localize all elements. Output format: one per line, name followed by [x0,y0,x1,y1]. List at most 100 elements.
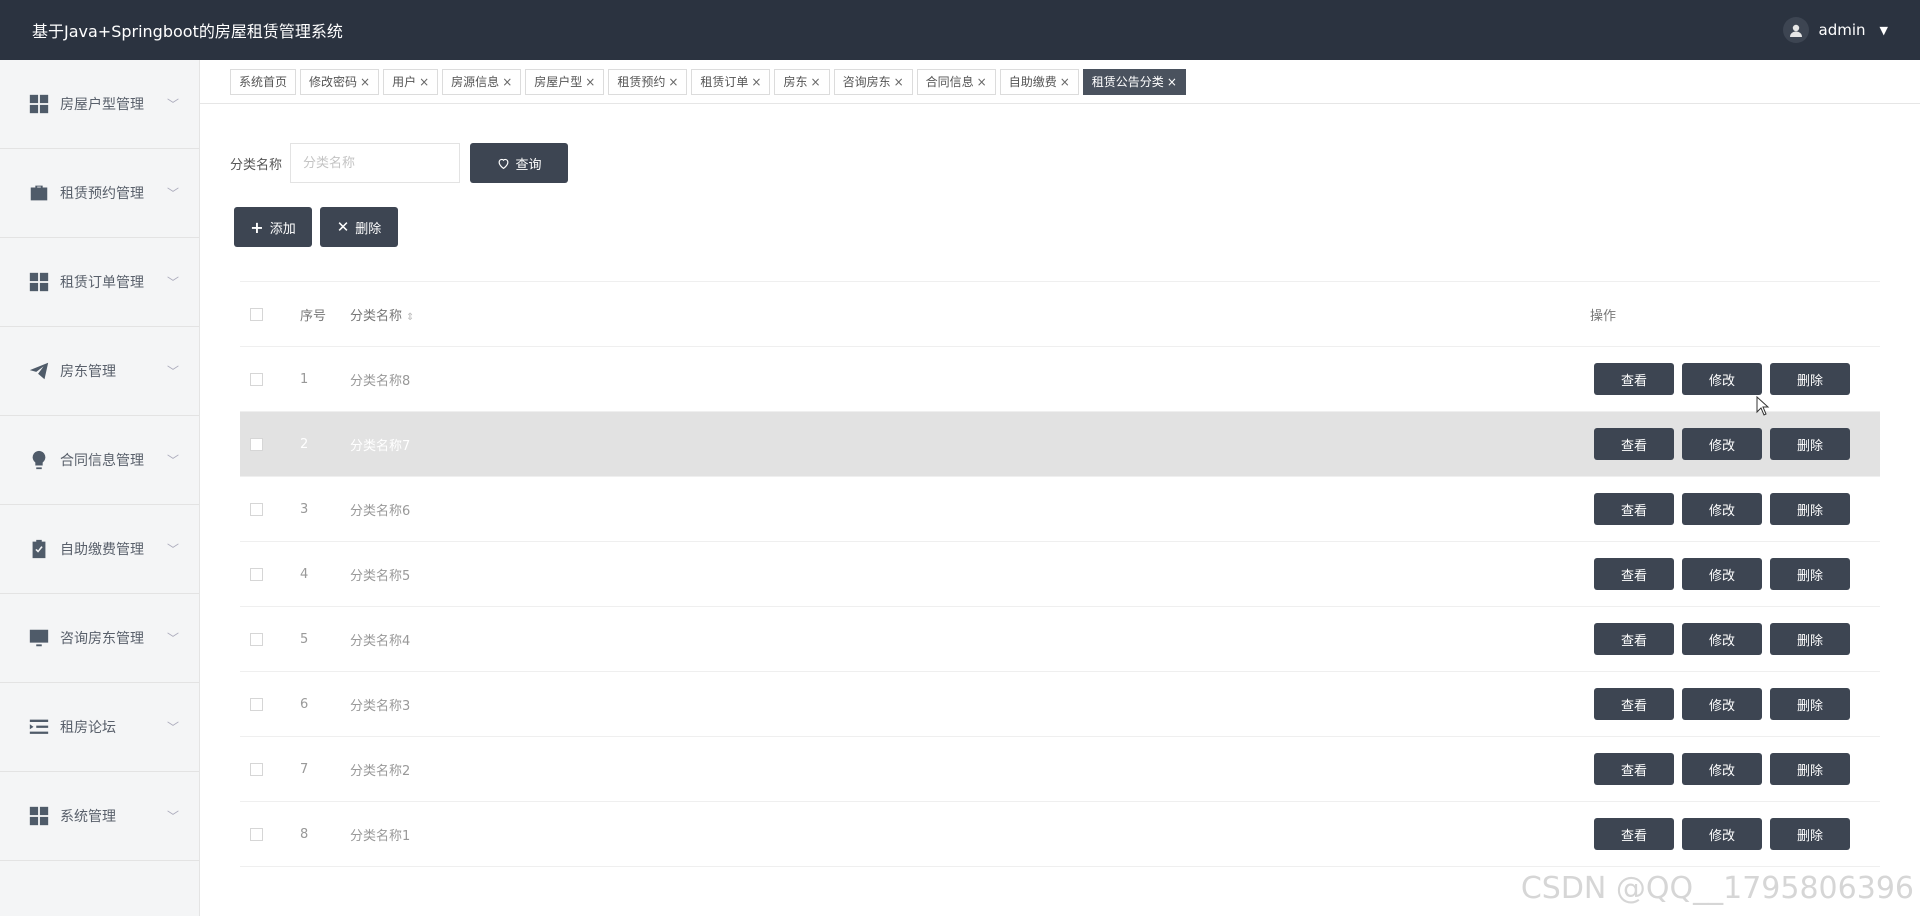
row-delete-button[interactable]: 删除 [1770,558,1850,590]
tab-6[interactable]: 租赁订单 × [691,68,771,95]
row-checkbox[interactable] [250,567,263,581]
table-row[interactable]: 7 分类名称2 查看 修改 删除 [240,737,1880,802]
sidebar-item-label: 房东管理 [60,364,116,380]
tab-7[interactable]: 房东 × [774,68,830,95]
table-row[interactable]: 6 分类名称3 查看 修改 删除 [240,672,1880,737]
close-icon[interactable]: × [1060,75,1070,89]
table-row[interactable]: 1 分类名称8 查看 修改 删除 [240,347,1880,412]
search-input[interactable] [290,143,461,183]
tab-4[interactable]: 房屋户型 × [525,68,605,95]
table-row[interactable]: 8 分类名称1 查看 修改 删除 [240,802,1880,867]
row-checkbox[interactable] [250,632,263,646]
add-button[interactable]: + 添加 [234,207,312,247]
close-icon[interactable]: × [811,75,821,89]
row-checkbox[interactable] [250,437,263,451]
edit-button[interactable]: 修改 [1682,428,1762,460]
username[interactable]: admin [1819,21,1866,39]
chevron-down-icon[interactable]: ﹀ [167,96,179,113]
edit-button[interactable]: 修改 [1682,558,1762,590]
delete-button[interactable]: ✕ 删除 [320,207,398,247]
row-checkbox[interactable] [250,372,263,386]
row-checkbox[interactable] [250,762,263,776]
table-row[interactable]: 5 分类名称4 查看 修改 删除 [240,607,1880,672]
sidebar-item-4[interactable]: 合同信息管理 ﹀ [0,416,199,505]
chevron-down-icon[interactable]: ﹀ [167,363,179,380]
chevron-down-icon[interactable]: ﹀ [167,808,179,825]
chevron-down-icon[interactable]: ﹀ [167,630,179,647]
close-icon[interactable]: × [360,75,370,89]
row-delete-button[interactable]: 删除 [1770,363,1850,395]
close-icon[interactable]: × [419,75,429,89]
chevron-down-icon[interactable]: ﹀ [167,541,179,558]
sidebar-item-2[interactable]: 租赁订单管理 ﹀ [0,238,199,327]
search-button[interactable]: 查询 [470,143,569,183]
view-button[interactable]: 查看 [1594,363,1674,395]
edit-button[interactable]: 修改 [1682,753,1762,785]
avatar[interactable] [1782,17,1809,43]
row-delete-button[interactable]: 删除 [1770,623,1850,655]
sidebar-item-3[interactable]: 房东管理 ﹀ [0,327,199,416]
view-button[interactable]: 查看 [1594,558,1674,590]
sort-icon[interactable]: ⇕ [406,312,414,323]
close-icon[interactable]: × [751,75,761,89]
view-button[interactable]: 查看 [1594,493,1674,525]
tab-1[interactable]: 修改密码 × [300,68,380,95]
sidebar-item-7[interactable]: 租房论坛 ﹀ [0,683,199,772]
row-delete-button[interactable]: 删除 [1770,428,1850,460]
tab-9[interactable]: 合同信息 × [916,68,996,95]
close-icon[interactable]: × [502,75,512,89]
tab-10[interactable]: 自助缴费 × [999,68,1079,95]
row-delete-button[interactable]: 删除 [1770,688,1850,720]
tab-11[interactable]: 租赁公告分类 × [1082,68,1186,95]
caret-down-icon[interactable]: ▼ [1880,24,1888,37]
row-name: 分类名称6 [350,503,411,519]
monitor-icon [26,625,52,651]
sidebar-item-1[interactable]: 租赁预约管理 ﹀ [0,149,199,238]
close-icon[interactable]: × [585,75,595,89]
select-all-checkbox[interactable] [250,307,263,321]
sidebar-item-8[interactable]: 系统管理 ﹀ [0,772,199,861]
table-row[interactable]: 2 分类名称7 查看 修改 删除 [240,412,1880,477]
row-checkbox[interactable] [250,697,263,711]
row-checkbox[interactable] [250,502,263,516]
edit-button[interactable]: 修改 [1682,688,1762,720]
tab-0[interactable]: 系统首页 [230,68,297,95]
row-delete-button[interactable]: 删除 [1770,753,1850,785]
view-button[interactable]: 查看 [1594,428,1674,460]
sidebar-item-5[interactable]: 自助缴费管理 ﹀ [0,505,199,594]
tab-5[interactable]: 租赁预约 × [608,68,688,95]
row-delete-button[interactable]: 删除 [1770,818,1850,850]
sidebar-item-6[interactable]: 咨询房东管理 ﹀ [0,594,199,683]
tab-3[interactable]: 房源信息 × [442,68,522,95]
close-icon[interactable]: × [1167,75,1177,89]
chevron-down-icon[interactable]: ﹀ [167,452,179,469]
close-icon[interactable]: × [894,75,904,89]
row-delete-button[interactable]: 删除 [1770,493,1850,525]
edit-button[interactable]: 修改 [1682,493,1762,525]
view-button[interactable]: 查看 [1594,818,1674,850]
heart-icon [498,158,508,169]
edit-button[interactable]: 修改 [1682,818,1762,850]
edit-button[interactable]: 修改 [1682,623,1762,655]
table-row[interactable]: 4 分类名称5 查看 修改 删除 [240,542,1880,607]
header-name[interactable]: 分类名称 ⇕ [350,305,414,324]
view-button[interactable]: 查看 [1594,753,1674,785]
edit-button[interactable]: 修改 [1682,363,1762,395]
table-row[interactable]: 3 分类名称6 查看 修改 删除 [240,477,1880,542]
chevron-down-icon[interactable]: ﹀ [167,185,179,202]
row-checkbox[interactable] [250,827,263,841]
close-icon[interactable]: × [668,75,678,89]
row-name: 分类名称8 [350,373,411,389]
tab-label: 系统首页 [239,75,288,89]
user-menu[interactable]: admin ▼ [1782,17,1888,43]
view-button[interactable]: 查看 [1594,623,1674,655]
tab-2[interactable]: 用户 × [383,68,439,95]
chevron-down-icon[interactable]: ﹀ [167,719,179,736]
row-actions: 查看 修改 删除 [1594,493,1850,525]
paper-plane-icon [26,358,52,384]
view-button[interactable]: 查看 [1594,688,1674,720]
sidebar-item-0[interactable]: 房屋户型管理 ﹀ [0,60,199,149]
chevron-down-icon[interactable]: ﹀ [167,274,179,291]
tab-8[interactable]: 咨询房东 × [833,68,913,95]
close-icon[interactable]: × [977,75,987,89]
